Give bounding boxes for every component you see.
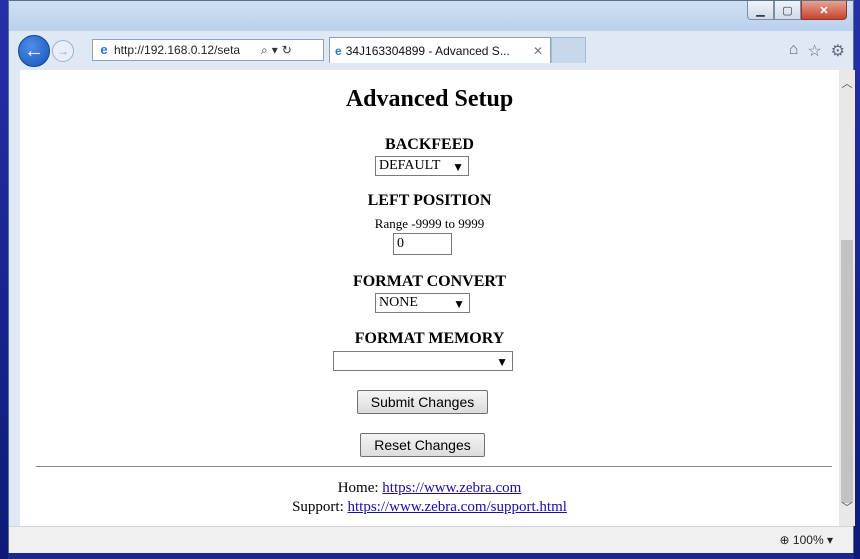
chevron-down-icon: ▼ <box>453 297 465 311</box>
zoom-icon: ⊕ <box>779 533 790 547</box>
close-window-button[interactable]: ✕ <box>801 1 847 20</box>
support-link[interactable]: https://www.zebra.com/support.html <box>348 499 567 515</box>
maximize-button[interactable]: ▢ <box>774 1 801 20</box>
scroll-up-icon[interactable]: ︿ <box>839 74 855 92</box>
ie-logo-icon: e <box>100 42 108 57</box>
submit-changes-button[interactable]: Submit Changes <box>357 390 488 414</box>
desktop-edge-left <box>0 0 8 559</box>
format-convert-value: NONE <box>379 295 418 310</box>
tab-title: 34J163304899 - Advanced S... <box>345 43 510 58</box>
vertical-scrollbar[interactable]: ︿ ﹀ <box>839 70 855 526</box>
minimize-button[interactable]: ▁ <box>747 1 774 20</box>
toolbar-icons: ⌂ ☆ ⚙ <box>789 41 845 61</box>
dropdown-arrow-icon[interactable]: ▾ <box>272 43 278 57</box>
home-icon[interactable]: ⌂ <box>789 41 799 61</box>
backfeed-value: DEFAULT <box>379 158 441 173</box>
close-tab-icon[interactable]: ✕ <box>533 44 543 58</box>
new-tab-button[interactable] <box>551 37 586 63</box>
status-bar: ⊕ 100% ▾ <box>9 526 853 553</box>
favorites-star-icon[interactable]: ☆ <box>807 41 821 61</box>
address-url[interactable]: http://192.168.0.12/seta <box>114 43 257 57</box>
format-convert-select[interactable]: NONE ▼ <box>375 293 470 313</box>
chevron-down-icon: ▾ <box>826 533 833 547</box>
tab-ie-icon: e <box>335 43 342 58</box>
left-position-label: LEFT POSITION <box>367 192 492 209</box>
navigation-bar: ← → e http://192.168.0.12/seta ⌕ ▾ ↻ e 3… <box>9 29 853 69</box>
home-line: Home: https://www.zebra.com <box>20 480 839 497</box>
format-convert-label: FORMAT CONVERT <box>352 273 507 290</box>
browser-tab[interactable]: e 34J163304899 - Advanced S... ✕ <box>329 37 551 63</box>
format-memory-select[interactable]: ▼ <box>333 351 513 371</box>
zoom-level: 100% <box>792 533 824 547</box>
reset-changes-button[interactable]: Reset Changes <box>360 433 485 457</box>
browser-window: ▁ ▢ ✕ ← → e http://192.168.0.12/seta ⌕ ▾… <box>8 0 855 553</box>
support-label: Support: <box>292 499 344 515</box>
page-title: Advanced Setup <box>345 86 514 112</box>
settings-gear-icon[interactable]: ⚙ <box>831 41 845 61</box>
backfeed-select[interactable]: DEFAULT ▼ <box>375 156 469 176</box>
scroll-down-icon[interactable]: ﹀ <box>839 498 855 516</box>
backfeed-label: BACKFEED <box>385 136 474 153</box>
format-memory-label: FORMAT MEMORY <box>354 330 505 347</box>
url-host: http://192.168.0.12 <box>114 43 215 57</box>
divider <box>36 466 832 467</box>
title-bar: ▁ ▢ ✕ <box>9 1 853 31</box>
window-controls: ▁ ▢ ✕ <box>747 1 847 20</box>
address-bar[interactable]: e http://192.168.0.12/seta ⌕ ▾ ↻ <box>92 39 324 61</box>
zoom-control[interactable]: ⊕ 100% ▾ <box>780 533 833 547</box>
chevron-down-icon: ▼ <box>452 160 464 174</box>
chevron-down-icon: ▼ <box>496 355 508 369</box>
refresh-icon[interactable]: ↻ <box>282 43 292 57</box>
home-label: Home: <box>337 480 379 496</box>
url-path: /seta <box>214 43 241 57</box>
back-button[interactable]: ← <box>18 35 50 67</box>
left-position-range: Range -9999 to 9999 <box>374 216 485 231</box>
support-line: Support: https://www.zebra.com/support.h… <box>20 499 839 516</box>
forward-button[interactable]: → <box>52 40 74 62</box>
search-icon[interactable]: ⌕ <box>261 43 268 58</box>
home-link[interactable]: https://www.zebra.com <box>382 480 521 496</box>
back-arrow-icon: ← <box>24 39 44 62</box>
page-content: Advanced Setup BACKFEED DEFAULT ▼ LEFT P… <box>20 70 839 526</box>
forward-arrow-icon: → <box>57 44 69 58</box>
left-position-input[interactable]: 0 <box>393 233 452 255</box>
scrollbar-thumb[interactable] <box>841 240 853 503</box>
